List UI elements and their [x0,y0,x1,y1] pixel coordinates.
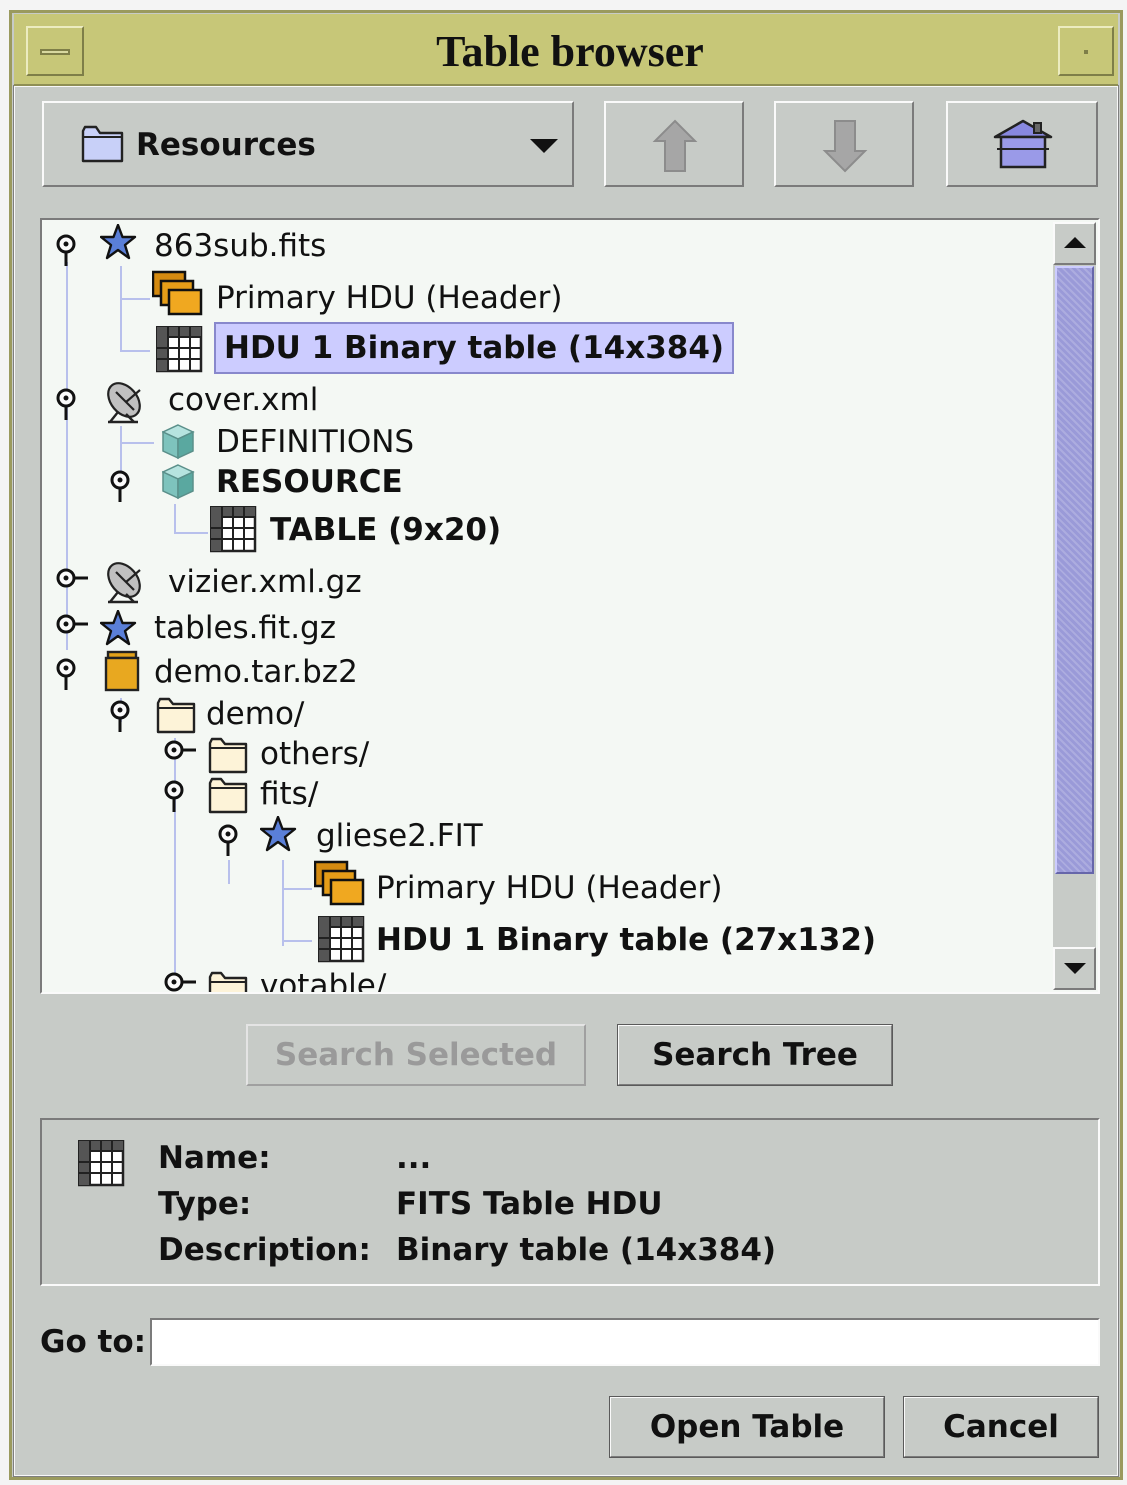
folder-icon [208,971,248,992]
up-button[interactable] [604,101,744,187]
star-icon [100,610,137,646]
tree-node-label: Primary HDU (Header) [376,870,723,906]
description-value: Binary table (14x384) [396,1232,777,1268]
tree-guide [282,860,284,946]
info-panel: Name: ... Type: FITS Table HDU Descripti… [40,1118,1100,1286]
tree-guide [120,350,150,352]
arrow-up-icon [652,119,698,172]
cancel-button[interactable]: Cancel [903,1396,1099,1458]
tree-node-label: tables.fit.gz [154,610,337,646]
star-icon [260,816,297,852]
resources-combo[interactable]: Resources [42,101,574,187]
tree-node-label: fits/ [260,776,319,812]
goto-label: Go to: [40,1324,147,1360]
table-icon [210,506,257,553]
header-hdu-icon [314,860,365,906]
tree-guide [174,532,208,534]
tree-node-label: RESOURCE [216,464,403,500]
folder-icon [81,125,124,163]
satellite-dish-icon [104,558,148,605]
tree-scrollbar[interactable] [1053,222,1096,990]
tree-node-label: gliese2.FIT [316,818,483,854]
tree-expand-handle[interactable] [162,778,198,814]
tree-node-label: cover.xml [168,382,319,418]
tree-node-label: TABLE (9x20) [270,512,502,548]
tree-collapsed-handle[interactable] [54,566,90,602]
home-icon [993,119,1053,169]
arrow-up-icon [1064,237,1086,248]
name-label: Name: [158,1140,271,1176]
tree-guide [120,298,150,300]
tree-collapsed-handle[interactable] [162,738,198,774]
tree-node-label: demo.tar.bz2 [154,654,358,690]
folder-icon [156,697,196,734]
window-maximize-button[interactable] [1058,26,1114,76]
tree-collapsed-handle[interactable] [54,612,90,648]
maximize-icon [1084,50,1088,54]
resources-combo-label: Resources [136,127,316,163]
tree-expand-handle[interactable] [108,698,144,734]
tree-expand-handle[interactable] [54,656,90,692]
tree-node-label: 863sub.fits [154,228,327,264]
window-menu-icon [40,49,70,55]
tree-expand-handle[interactable] [54,386,90,422]
satellite-dish-icon [104,378,148,425]
tree-guide [120,266,122,352]
window-title: Table browser [436,27,704,76]
resource-tree[interactable]: 863sub.fits Primary HDU (Header) HDU 1 B… [40,218,1100,994]
tree-guide [120,442,154,444]
search-selected-button[interactable]: Search Selected [246,1024,586,1086]
scroll-up-button[interactable] [1053,222,1096,265]
scroll-thumb[interactable] [1055,266,1094,874]
open-table-button[interactable]: Open Table [609,1396,885,1458]
tree-guide [282,940,312,942]
tree-guide [174,738,176,986]
scroll-down-button[interactable] [1053,947,1096,990]
name-value: ... [396,1140,432,1176]
chevron-down-icon [530,139,558,153]
tree-guide [228,860,230,884]
home-button[interactable] [946,101,1098,187]
window-menu-button[interactable] [26,26,84,76]
tree-node-hdu1-selected[interactable]: HDU 1 Binary table (14x384) [214,322,735,374]
tree-node-label: Primary HDU (Header) [216,280,563,316]
type-label: Type: [158,1186,252,1222]
tree-guide [282,888,312,890]
goto-input[interactable] [150,1318,1100,1366]
cube-icon [162,464,194,499]
arrow-down-icon [1064,963,1086,974]
search-tree-button[interactable]: Search Tree [617,1024,893,1086]
tree-node-label: vizier.xml.gz [168,564,362,600]
tree-expand-handle[interactable] [216,822,252,858]
table-icon [78,1140,125,1187]
folder-icon [208,777,248,814]
cube-icon [162,424,194,459]
description-label: Description: [158,1232,371,1268]
table-icon [156,326,203,373]
header-hdu-icon [152,270,203,316]
down-button[interactable] [774,101,914,187]
tree-collapsed-handle[interactable] [162,970,198,994]
arrow-down-icon [822,120,868,173]
tree-node-label: HDU 1 Binary table (27x132) [376,922,877,958]
tree-expand-handle[interactable] [54,232,90,268]
tree-expand-handle[interactable] [108,468,144,504]
type-value: FITS Table HDU [396,1186,663,1222]
tree-guide [174,504,176,534]
tree-node-label: HDU 1 Binary table (14x384) [224,330,725,366]
archive-jar-icon [104,650,140,692]
table-icon [318,916,365,963]
tree-node-label: votable/ [260,968,387,994]
star-icon [100,224,137,260]
folder-icon [208,737,248,774]
